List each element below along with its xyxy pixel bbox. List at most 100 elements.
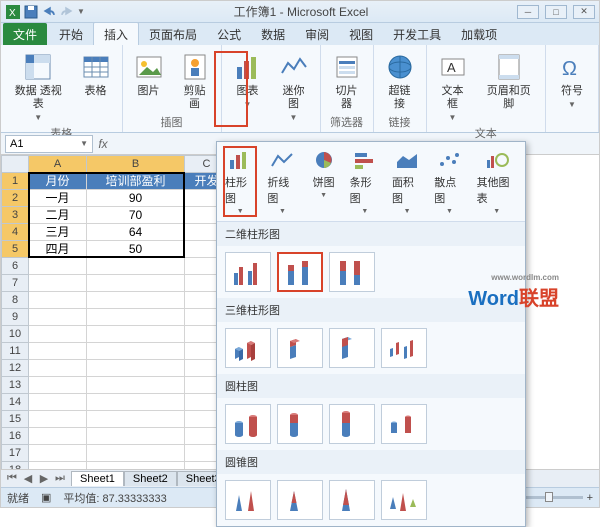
cell[interactable]: [29, 428, 87, 445]
table-button[interactable]: 表格: [76, 49, 116, 100]
tab-formula[interactable]: 公式: [207, 23, 251, 45]
cell[interactable]: 培训部盈利: [87, 173, 185, 190]
maximize-button[interactable]: □: [545, 5, 567, 19]
tab-insert[interactable]: 插入: [93, 22, 139, 45]
row-header-1[interactable]: 1: [1, 173, 29, 190]
cell[interactable]: [87, 292, 185, 309]
row-header-5[interactable]: 5: [1, 241, 29, 258]
chart-button[interactable]: 图表▼: [228, 49, 268, 111]
undo-icon[interactable]: [41, 4, 57, 20]
cell[interactable]: [87, 411, 185, 428]
status-record-icon[interactable]: ▣: [41, 491, 51, 504]
cell[interactable]: [29, 343, 87, 360]
chart-opt-cyl-100stacked[interactable]: [329, 404, 375, 444]
hyperlink-button[interactable]: 超链接: [380, 49, 420, 113]
chart-opt-3d-100stacked[interactable]: [329, 328, 375, 368]
row-header-17[interactable]: 17: [1, 445, 29, 462]
chart-type-scatter[interactable]: 散点图▼: [432, 146, 466, 217]
cell[interactable]: 64: [87, 224, 185, 241]
fx-icon[interactable]: fx: [93, 137, 113, 151]
chart-opt-cone-100stacked[interactable]: [329, 480, 375, 520]
tab-data[interactable]: 数据: [251, 23, 295, 45]
close-button[interactable]: ✕: [573, 5, 595, 19]
tab-review[interactable]: 审阅: [295, 23, 339, 45]
sheet-nav-first[interactable]: ⏮: [5, 472, 19, 485]
chart-opt-3d-stacked[interactable]: [277, 328, 323, 368]
col-header-B[interactable]: B: [87, 155, 185, 173]
row-header-10[interactable]: 10: [1, 326, 29, 343]
cell[interactable]: [87, 360, 185, 377]
chart-opt-cyl-clustered[interactable]: [225, 404, 271, 444]
cell[interactable]: [87, 394, 185, 411]
row-header-6[interactable]: 6: [1, 258, 29, 275]
redo-icon[interactable]: [59, 4, 75, 20]
row-header-8[interactable]: 8: [1, 292, 29, 309]
cell[interactable]: 月份: [29, 173, 87, 190]
sheet-tab-1[interactable]: Sheet1: [71, 471, 124, 486]
row-header-7[interactable]: 7: [1, 275, 29, 292]
symbol-button[interactable]: Ω符号▼: [552, 49, 592, 111]
clipart-button[interactable]: 剪贴画: [175, 49, 215, 113]
chart-opt-cyl-3d[interactable]: [381, 404, 427, 444]
tab-home[interactable]: 开始: [49, 23, 93, 45]
cell[interactable]: 二月: [29, 207, 87, 224]
row-header-4[interactable]: 4: [1, 224, 29, 241]
chart-type-line[interactable]: 折线图▼: [265, 146, 299, 217]
chart-opt-3d-column[interactable]: [381, 328, 427, 368]
row-header-2[interactable]: 2: [1, 190, 29, 207]
save-icon[interactable]: [23, 4, 39, 20]
header-footer-button[interactable]: 页眉和页脚: [479, 49, 540, 113]
cell[interactable]: 四月: [29, 241, 87, 258]
row-header-16[interactable]: 16: [1, 428, 29, 445]
cell[interactable]: [29, 326, 87, 343]
sheet-nav-last[interactable]: ⏭: [53, 472, 67, 485]
cell[interactable]: [29, 377, 87, 394]
cell[interactable]: [29, 275, 87, 292]
chart-opt-stacked-column[interactable]: [277, 252, 323, 292]
zoom-in[interactable]: +: [587, 492, 593, 504]
chart-opt-cyl-stacked[interactable]: [277, 404, 323, 444]
cell[interactable]: 三月: [29, 224, 87, 241]
chart-type-other[interactable]: 其他图表▼: [475, 146, 519, 217]
chart-opt-cone-stacked[interactable]: [277, 480, 323, 520]
cell[interactable]: [87, 428, 185, 445]
pivot-table-button[interactable]: 数据 透视表▼: [7, 49, 70, 124]
select-all-corner[interactable]: [1, 155, 29, 173]
cell[interactable]: [29, 411, 87, 428]
sparkline-button[interactable]: 迷你图▼: [274, 49, 314, 124]
cell[interactable]: 一月: [29, 190, 87, 207]
cell[interactable]: [87, 445, 185, 462]
row-header-15[interactable]: 15: [1, 411, 29, 428]
qat-dropdown-icon[interactable]: ▼: [77, 7, 85, 16]
cell[interactable]: [87, 343, 185, 360]
picture-button[interactable]: 图片: [129, 49, 169, 100]
cell[interactable]: [29, 445, 87, 462]
row-header-11[interactable]: 11: [1, 343, 29, 360]
sheet-tab-2[interactable]: Sheet2: [124, 471, 177, 486]
row-header-3[interactable]: 3: [1, 207, 29, 224]
cell[interactable]: [87, 275, 185, 292]
chart-type-column[interactable]: 柱形图▼: [223, 146, 257, 217]
name-box[interactable]: A1▼: [5, 135, 93, 153]
cell[interactable]: [29, 292, 87, 309]
cell[interactable]: [87, 326, 185, 343]
cell[interactable]: [29, 394, 87, 411]
cell[interactable]: 70: [87, 207, 185, 224]
chart-type-pie[interactable]: 饼图▼: [308, 146, 340, 217]
slicer-button[interactable]: 切片器: [327, 49, 367, 113]
chart-opt-100stacked-column[interactable]: [329, 252, 375, 292]
chart-opt-cone-3d[interactable]: [381, 480, 427, 520]
sheet-nav-prev[interactable]: ◀: [21, 472, 35, 485]
minimize-button[interactable]: ─: [517, 5, 539, 19]
row-header-13[interactable]: 13: [1, 377, 29, 394]
cell[interactable]: [29, 360, 87, 377]
cell[interactable]: [29, 258, 87, 275]
col-header-A[interactable]: A: [29, 155, 87, 173]
row-header-14[interactable]: 14: [1, 394, 29, 411]
chart-opt-cone-clustered[interactable]: [225, 480, 271, 520]
tab-view[interactable]: 视图: [339, 23, 383, 45]
sheet-nav-next[interactable]: ▶: [37, 472, 51, 485]
cell[interactable]: [29, 309, 87, 326]
chart-type-bar[interactable]: 条形图▼: [348, 146, 382, 217]
chart-opt-clustered-column[interactable]: [225, 252, 271, 292]
